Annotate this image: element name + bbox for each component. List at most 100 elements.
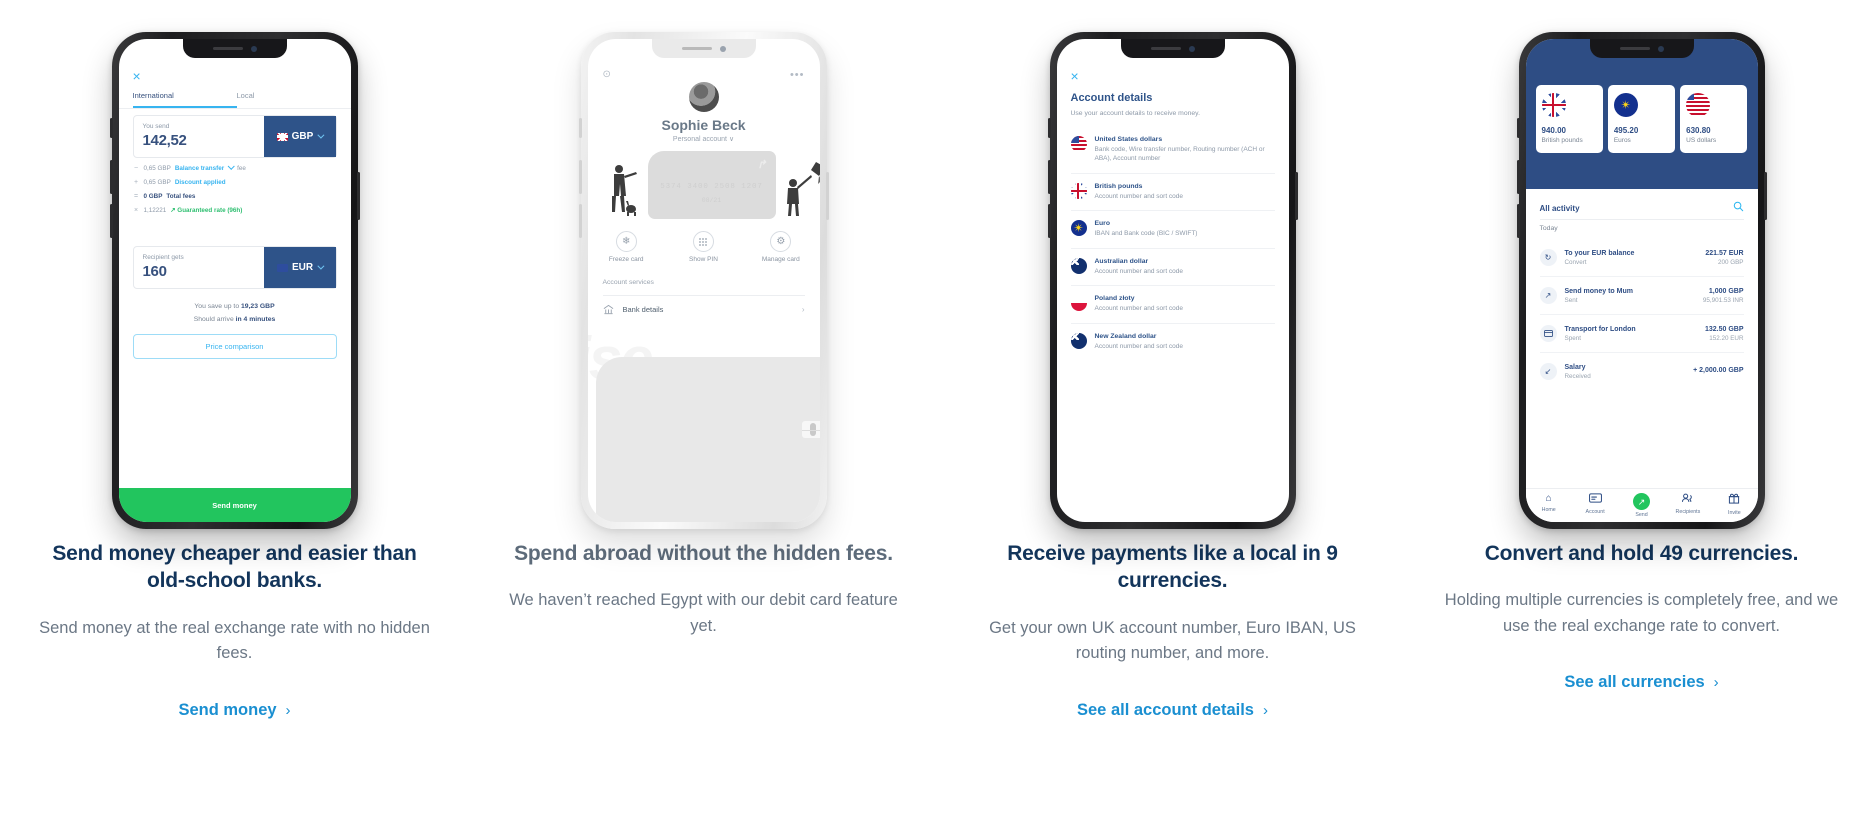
chevron-right-icon: › xyxy=(1263,701,1268,719)
nav-label: Send xyxy=(1635,512,1648,518)
bank-details-row[interactable]: Bank details › xyxy=(603,304,805,315)
arrival-prefix: Should arrive xyxy=(193,315,236,323)
you-send-label: You send xyxy=(142,123,170,130)
list-item[interactable]: British pounds Account number and sort c… xyxy=(1070,172,1275,210)
activity-date-label: Today xyxy=(1539,225,1558,232)
phone-notch xyxy=(1589,39,1694,58)
list-item[interactable]: New Zealand dollar Account number and so… xyxy=(1070,322,1275,360)
nav-item-account[interactable]: Account xyxy=(1572,489,1618,522)
table-row[interactable]: ↙ Salary Received + 2,000.00 GBP xyxy=(1539,352,1744,390)
currency-name: Euro xyxy=(1094,220,1110,228)
table-row[interactable]: ↗ Send money to Mum Sent 1,000 GBP 95,90… xyxy=(1539,276,1744,314)
power-button xyxy=(1763,172,1767,220)
list-item-text: United States dollars Bank code, Wire tr… xyxy=(1095,136,1275,164)
column-link-send-money[interactable]: Send money › xyxy=(178,701,290,720)
phone-notch xyxy=(182,39,287,58)
nav-item-invite[interactable]: Invite xyxy=(1711,489,1757,522)
feature-column-convert-hold: 940.00 British pounds 495.20 Euros xyxy=(1407,0,1876,824)
transfer-type-tabs: International Local xyxy=(118,91,351,109)
list-item-text: New Zealand dollar Account number and so… xyxy=(1095,333,1184,351)
volume-down-button xyxy=(1516,204,1520,238)
tab-local[interactable]: Local xyxy=(237,91,255,108)
recipient-gets-left: Recipient gets 160 xyxy=(134,247,264,288)
column-link-currencies[interactable]: See all currencies › xyxy=(1564,673,1718,692)
home-icon: ⌂ xyxy=(1545,493,1552,504)
guaranteed-rate-label: ↗ Guaranteed rate (96h) xyxy=(170,207,243,214)
balance-card-usd[interactable]: 630.80 US dollars xyxy=(1680,85,1748,153)
transaction-title: Send money to Mum xyxy=(1564,287,1633,295)
column-link-account-details[interactable]: See all account details › xyxy=(1077,701,1268,720)
more-options-icon[interactable]: ••• xyxy=(790,69,805,81)
currency-desc: Account number and sort code xyxy=(1094,267,1184,275)
phone-notch xyxy=(1120,39,1225,58)
list-item-text: Australian dollar Account number and sor… xyxy=(1095,258,1184,276)
caption-receive-payments: Receive payments like a local in 9 curre… xyxy=(938,540,1407,720)
table-row[interactable]: ↻ To your EUR balance Convert 221.57 EUR… xyxy=(1539,239,1744,276)
avatar xyxy=(688,82,719,112)
transaction-amount: + 2,000.00 GBP xyxy=(1693,367,1744,374)
feature-column-spend-abroad: ⊙ ••• Sophie Beck Personal account ∨ ↱ 5… xyxy=(469,0,938,824)
balance-card-eur[interactable]: 495.20 Euros xyxy=(1607,85,1676,153)
send-currency-selector[interactable]: GBP xyxy=(263,116,336,157)
transaction-sub: Sent xyxy=(1564,296,1578,304)
price-comparison-button[interactable]: Price comparison xyxy=(132,334,337,359)
bell-icon[interactable]: ⊙ xyxy=(603,69,611,80)
fee-link[interactable]: Balance transfer xyxy=(175,165,224,172)
mute-switch xyxy=(1516,118,1520,138)
camera-icon xyxy=(719,45,726,52)
caption-spend-abroad: Spend abroad without the hidden fees. We… xyxy=(469,540,938,639)
card-actions: ❄ Freeze card Show PIN ⚙ Manage card xyxy=(588,231,820,263)
table-row[interactable]: Transport for London Spent 132.50 GBP 15… xyxy=(1539,314,1744,352)
balance-card-gbp[interactable]: 940.00 British pounds xyxy=(1535,85,1603,153)
nav-item-home[interactable]: ⌂ Home xyxy=(1526,489,1572,522)
transaction-title: Salary xyxy=(1564,363,1586,371)
chevron-right-icon: › xyxy=(801,305,805,314)
recipient-gets-amount: 160 xyxy=(142,263,167,280)
list-item[interactable]: Euro IBAN and Bank code (BIC / SWIFT) xyxy=(1070,210,1275,247)
fee-amount: 0 GBP xyxy=(143,193,163,200)
action-show-pin[interactable]: Show PIN xyxy=(665,231,742,263)
list-item-text: British pounds Account number and sort c… xyxy=(1095,183,1184,201)
eu-flag-icon xyxy=(1613,93,1638,117)
list-item[interactable]: Poland złoty Account number and sort cod… xyxy=(1070,285,1275,322)
chevron-down-icon[interactable] xyxy=(227,162,235,170)
you-send-field[interactable]: You send 142,52 GBP xyxy=(132,115,337,158)
recipient-gets-field[interactable]: Recipient gets 160 EUR xyxy=(132,246,337,289)
transaction-amount: 132.50 GBP xyxy=(1704,325,1744,333)
eu-flag-icon xyxy=(1070,220,1087,237)
speaker-icon xyxy=(681,47,712,50)
account-type-selector[interactable]: Personal account ∨ xyxy=(588,135,820,143)
phone-mockup-account-details: × Account details Use your account detai… xyxy=(938,0,1407,540)
recipients-glyph xyxy=(1682,493,1693,502)
tab-international[interactable]: International xyxy=(132,91,237,108)
arrival-value: in 4 minutes xyxy=(235,315,276,323)
transaction-text: Salary Received xyxy=(1565,364,1591,380)
feature-column-receive-payments: × Account details Use your account detai… xyxy=(938,0,1407,824)
nav-item-recipients[interactable]: Recipients xyxy=(1665,489,1711,522)
transaction-amounts: 1,000 GBP 95,901.53 INR xyxy=(1703,288,1744,304)
card-number: 5374 3400 2508 1207 xyxy=(660,183,763,191)
phone-screen: × Account details Use your account detai… xyxy=(1056,39,1289,522)
action-manage-card[interactable]: ⚙ Manage card xyxy=(742,231,819,263)
phone-frame: × Account details Use your account detai… xyxy=(1047,32,1298,529)
receive-currency-code: EUR xyxy=(291,262,314,273)
currency-name: Australian dollar xyxy=(1094,257,1149,265)
currency-desc: IBAN and Bank code (BIC / SWIFT) xyxy=(1094,230,1198,238)
nav-item-send[interactable]: ↗ Send xyxy=(1618,489,1664,522)
debit-card-preview: ↱ 5374 3400 2508 1207 08/21 xyxy=(647,151,776,219)
phone-frame: 940.00 British pounds 495.20 Euros xyxy=(1516,32,1767,529)
transaction-secondary: 152.20 EUR xyxy=(1709,334,1744,342)
close-icon[interactable]: × xyxy=(133,69,141,83)
search-icon[interactable] xyxy=(1733,201,1744,215)
list-item[interactable]: United States dollars Bank code, Wire tr… xyxy=(1070,126,1275,173)
column-heading: Convert and hold 49 currencies. xyxy=(1484,542,1799,565)
close-icon[interactable]: × xyxy=(1071,69,1079,83)
fee-link: Discount applied xyxy=(174,179,226,186)
action-freeze-card[interactable]: ❄ Freeze card xyxy=(588,231,665,263)
send-money-cta-button[interactable]: Send money xyxy=(118,488,351,522)
currency-desc: Account number and sort code xyxy=(1094,342,1184,350)
receive-currency-selector[interactable]: EUR xyxy=(263,247,336,288)
transaction-text: To your EUR balance Convert xyxy=(1565,250,1635,266)
list-item[interactable]: Australian dollar Account number and sor… xyxy=(1070,247,1275,285)
transaction-amount: 1,000 GBP xyxy=(1708,287,1744,295)
